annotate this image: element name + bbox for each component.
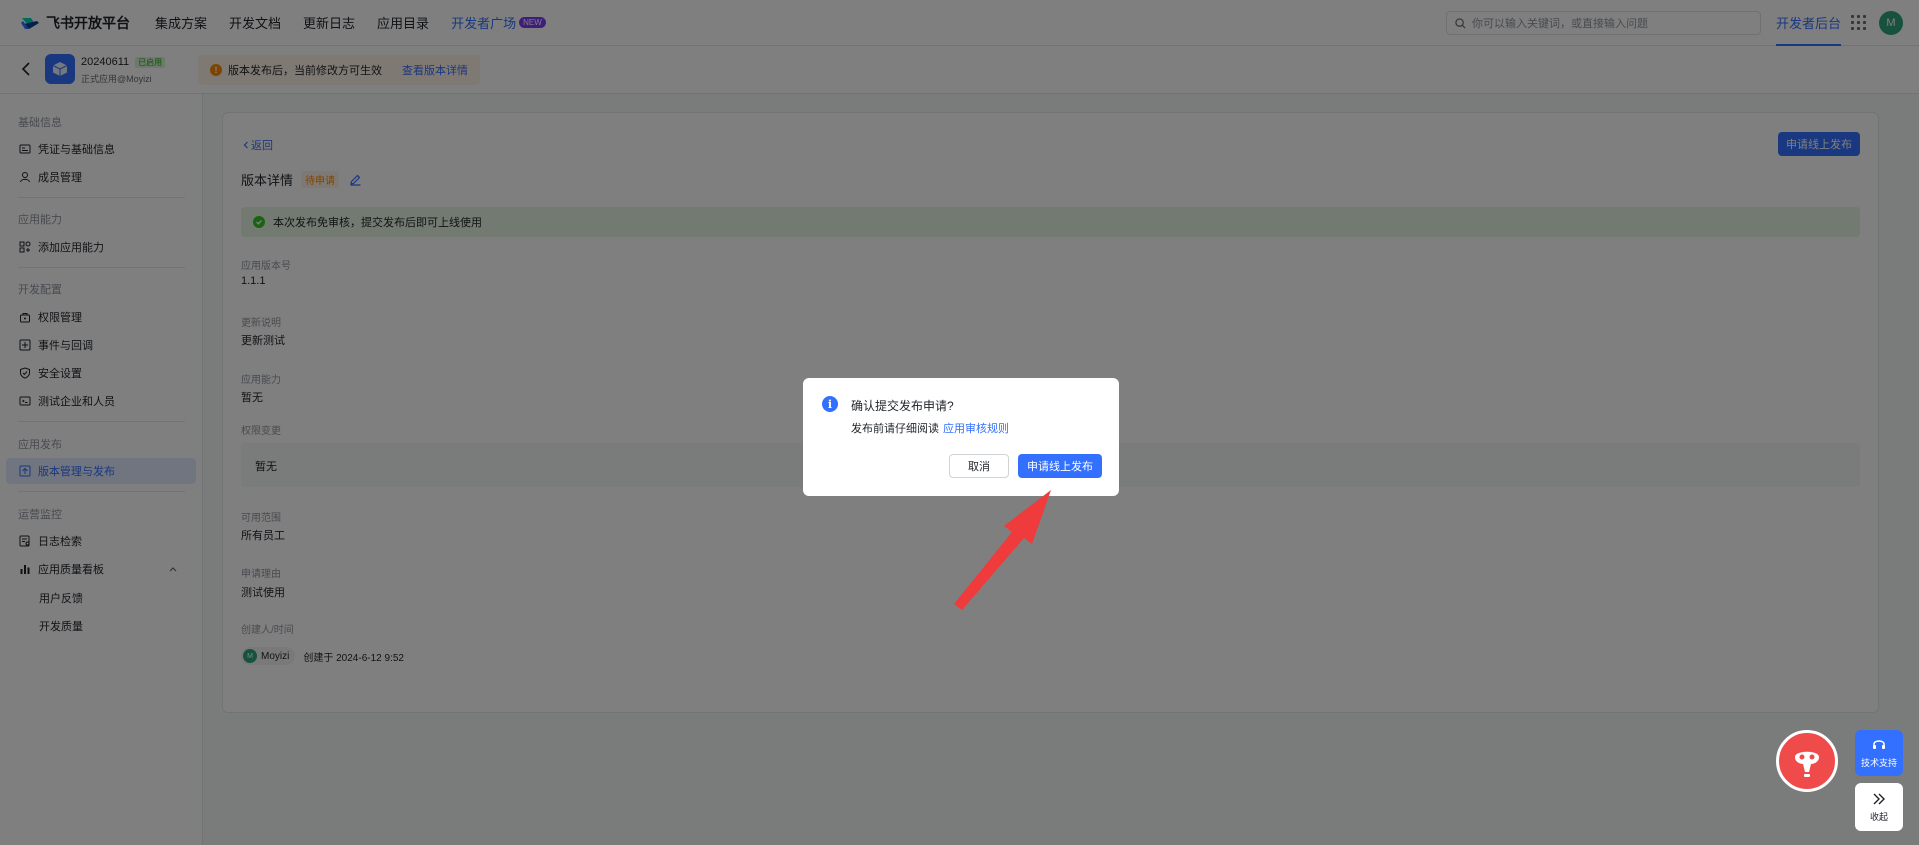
- cancel-button[interactable]: 取消: [949, 454, 1009, 478]
- tech-support-button[interactable]: 技术支持: [1855, 730, 1903, 776]
- review-rules-link[interactable]: 应用审核规则: [943, 423, 1009, 435]
- confirm-release-button[interactable]: 申请线上发布: [1018, 454, 1102, 478]
- double-chevron-right-icon: [1873, 793, 1885, 804]
- annotation-arrow-icon: [954, 490, 1051, 610]
- collapse-label: 收起: [1869, 811, 1888, 822]
- robot-icon: [1795, 751, 1819, 777]
- collapse-button[interactable]: 收起: [1855, 783, 1903, 831]
- dialog-body: 发布前请仔细阅读 应用审核规则: [851, 420, 1009, 436]
- tech-support-label: 技术支持: [1860, 758, 1897, 768]
- dialog-body-text: 发布前请仔细阅读: [851, 423, 939, 435]
- assistant-robot-button[interactable]: [1776, 730, 1838, 792]
- headset-icon: [1873, 740, 1885, 749]
- confirm-release-dialog: i 确认提交发布申请? 发布前请仔细阅读 应用审核规则 取消 申请线上发布: [803, 378, 1119, 496]
- dialog-title: 确认提交发布申请?: [851, 399, 954, 413]
- info-icon: i: [822, 396, 838, 412]
